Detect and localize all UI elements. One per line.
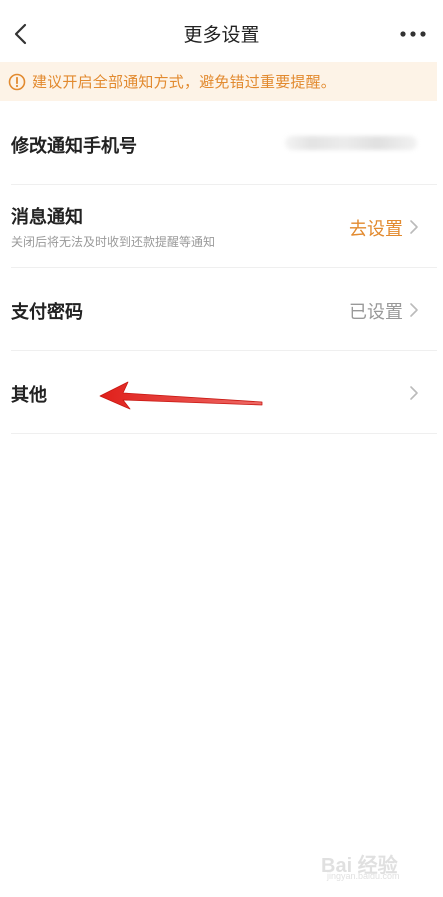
settings-row-label: 消息通知 bbox=[11, 207, 83, 228]
watermark: Bai 经验 jingyan.baidu.com bbox=[321, 847, 421, 883]
warning-circle-icon bbox=[8, 73, 26, 91]
settings-row-payment-password[interactable]: 支付密码 已设置 bbox=[0, 268, 437, 351]
page-title: 更多设置 bbox=[183, 24, 260, 46]
back-button[interactable] bbox=[4, 16, 36, 52]
settings-row-label: 修改通知手机号 bbox=[11, 136, 137, 157]
more-button[interactable] bbox=[395, 20, 431, 48]
chevron-left-icon bbox=[14, 23, 27, 45]
chevron-right-icon bbox=[410, 386, 418, 400]
chevron-right-icon bbox=[410, 220, 418, 234]
nav-header: 更多设置 bbox=[0, 0, 443, 64]
settings-row-value: 已设置 bbox=[349, 302, 403, 323]
watermark-text: Bai 经验 bbox=[321, 855, 398, 877]
blurred-phone-number bbox=[285, 136, 417, 150]
more-dots-icon bbox=[400, 31, 426, 37]
settings-row-label: 支付密码 bbox=[11, 302, 83, 323]
chevron-right-icon bbox=[410, 303, 418, 317]
notice-text: 建议开启全部通知方式，避免错过重要提醒。 bbox=[32, 73, 337, 91]
watermark-subtext: jingyan.baidu.com bbox=[327, 871, 400, 881]
settings-row-subtitle: 关闭后将无法及时收到还款提醒等通知 bbox=[11, 235, 216, 249]
settings-row-phone[interactable]: 修改通知手机号 bbox=[0, 102, 437, 185]
settings-list: 修改通知手机号 消息通知 关闭后将无法及时收到还款提醒等通知 去设置 支付密码 … bbox=[0, 102, 437, 434]
notice-banner: 建议开启全部通知方式，避免错过重要提醒。 bbox=[0, 62, 437, 101]
settings-row-value: 去设置 bbox=[349, 219, 403, 240]
settings-row-notifications[interactable]: 消息通知 关闭后将无法及时收到还款提醒等通知 去设置 bbox=[0, 185, 437, 268]
settings-row-label: 其他 bbox=[11, 385, 47, 406]
settings-row-other[interactable]: 其他 bbox=[0, 351, 437, 434]
